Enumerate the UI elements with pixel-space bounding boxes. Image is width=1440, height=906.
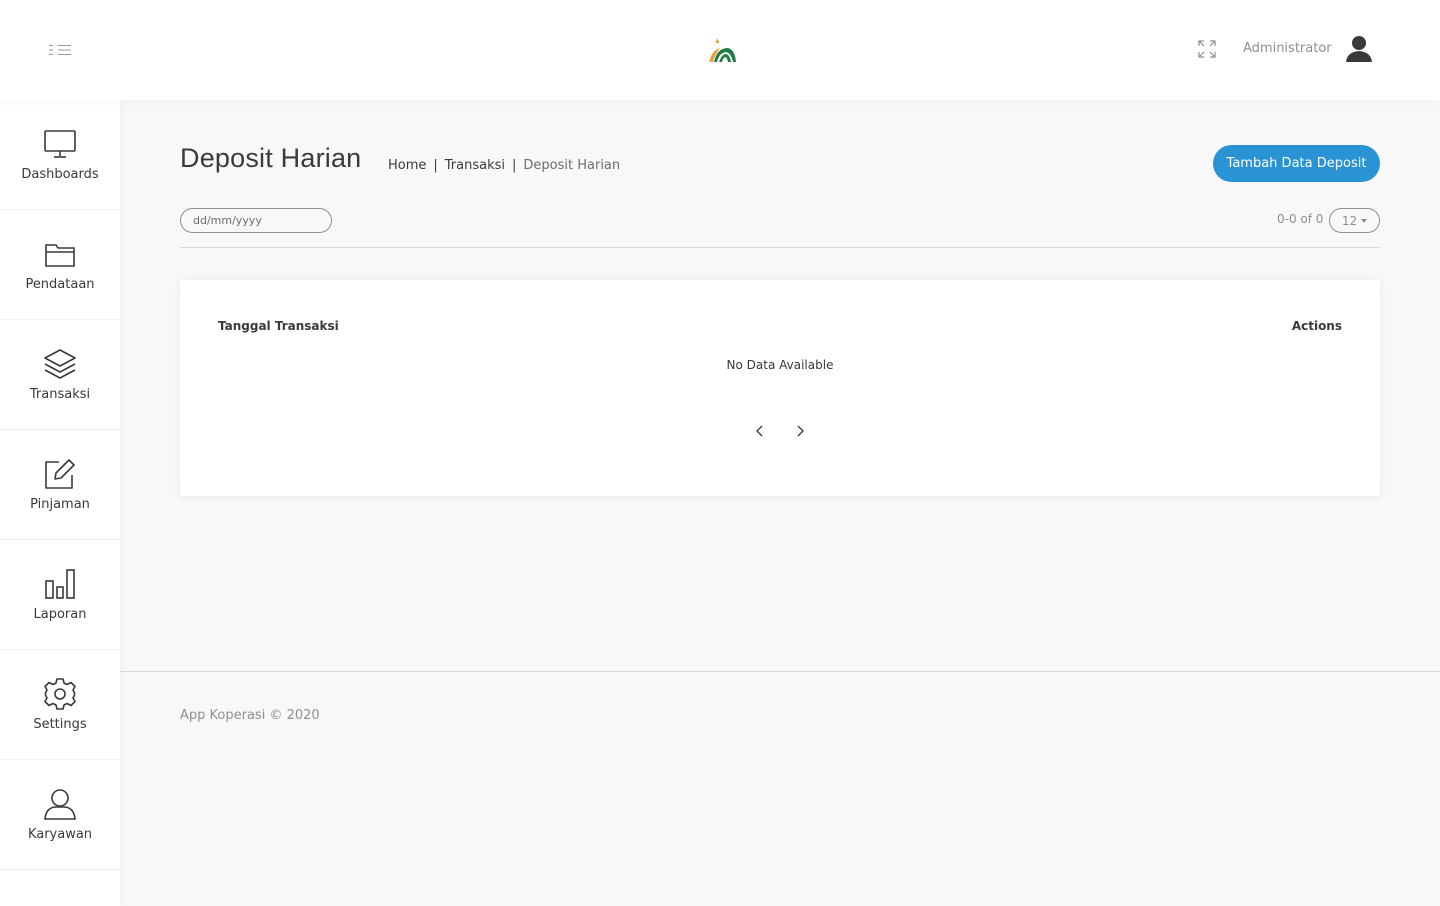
breadcrumb-transaksi[interactable]: Transaksi <box>445 158 505 173</box>
monitor-icon <box>44 130 76 158</box>
user-icon <box>44 789 76 820</box>
divider <box>180 247 1380 248</box>
bar-chart-icon <box>45 569 75 599</box>
breadcrumb-current: Deposit Harian <box>523 158 621 173</box>
user-name[interactable]: Administrator <box>1243 41 1332 56</box>
sidebar-item-karyawan[interactable]: Karyawan <box>0 760 120 870</box>
sidebar: Dashboards Pendataan Transaksi Pinjaman … <box>0 100 120 906</box>
data-table-card: Tanggal Transaksi Actions No Data Availa… <box>180 280 1380 496</box>
layers-icon <box>44 349 76 379</box>
add-deposit-button[interactable]: Tambah Data Deposit <box>1213 145 1380 182</box>
edit-icon <box>45 459 75 489</box>
breadcrumb-separator: | <box>433 158 438 173</box>
sidebar-item-settings[interactable]: Settings <box>0 650 120 760</box>
sidebar-item-label: Karyawan <box>27 827 93 842</box>
sidebar-item-pinjaman[interactable]: Pinjaman <box>0 430 120 540</box>
sidebar-item-label: Transaksi <box>29 387 91 402</box>
pagination-count: 0-0 of 0 <box>1277 212 1324 226</box>
sidebar-item-transaksi[interactable]: Transaksi <box>0 320 120 430</box>
folder-icon <box>45 244 75 267</box>
footer-copyright: App Koperasi © 2020 <box>180 708 320 723</box>
column-header-actions: Actions <box>1291 319 1342 333</box>
column-header-date[interactable]: Tanggal Transaksi <box>218 319 339 333</box>
chevron-right-icon[interactable] <box>792 423 808 439</box>
sidebar-item-label: Laporan <box>33 607 87 622</box>
chevron-down-icon <box>1361 218 1368 223</box>
sidebar-item-label: Settings <box>33 717 87 732</box>
breadcrumb-separator: | <box>512 158 517 173</box>
gear-icon <box>44 678 76 710</box>
page-size-value: 12 <box>1341 213 1358 228</box>
page-size-select[interactable]: 12 <box>1329 208 1380 233</box>
footer-divider <box>120 671 1440 672</box>
empty-state-text: No Data Available <box>726 358 834 372</box>
sidebar-item-label: Pinjaman <box>30 497 90 512</box>
top-navbar: Administrator <box>0 0 1440 100</box>
avatar[interactable] <box>1343 32 1375 64</box>
sidebar-item-pendataan[interactable]: Pendataan <box>0 210 120 320</box>
fullscreen-icon[interactable] <box>1198 40 1216 58</box>
menu-toggle-icon[interactable] <box>48 42 72 58</box>
sidebar-item-dashboards[interactable]: Dashboards <box>0 100 120 210</box>
app-logo[interactable] <box>704 34 738 68</box>
sidebar-item-laporan[interactable]: Laporan <box>0 540 120 650</box>
breadcrumb: Home | Transaksi | Deposit Harian <box>388 158 620 173</box>
chevron-left-icon[interactable] <box>752 423 768 439</box>
date-filter-input[interactable]: dd/mm/yyyy <box>180 208 332 233</box>
user-avatar-icon <box>1346 36 1372 62</box>
sidebar-item-label: Dashboards <box>21 167 99 182</box>
page-title: Deposit Harian <box>180 143 362 173</box>
sidebar-item-label: Pendataan <box>25 277 95 292</box>
breadcrumb-home[interactable]: Home <box>388 158 426 173</box>
